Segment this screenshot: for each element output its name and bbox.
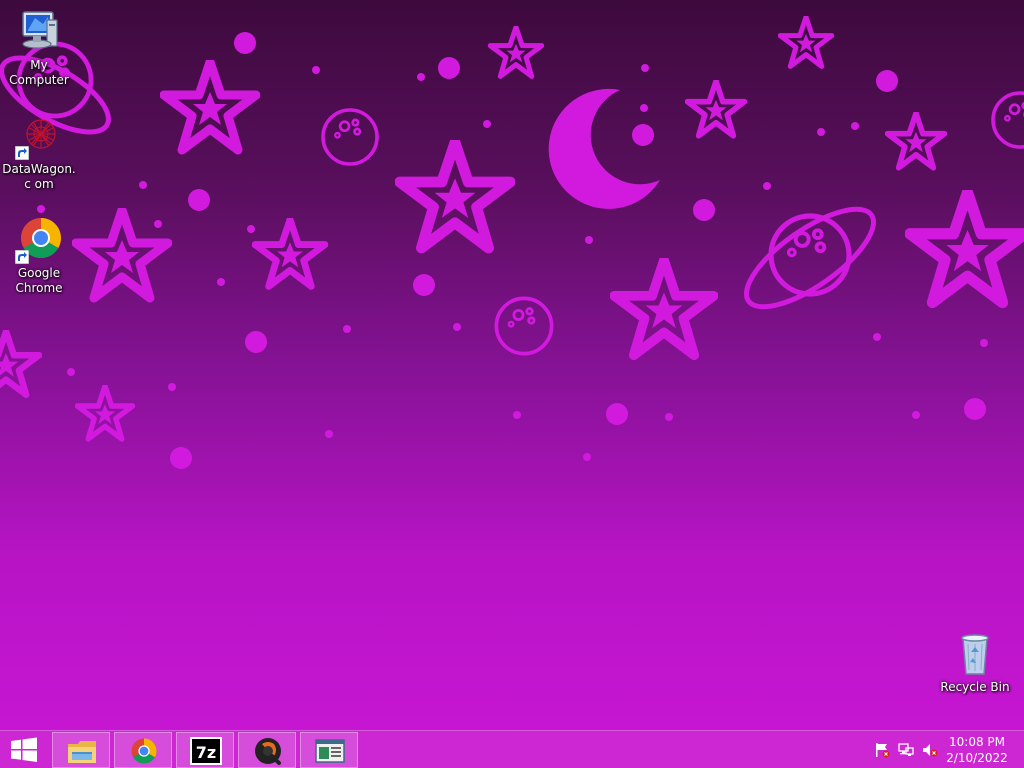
taskbar-button-app-window[interactable]: [300, 732, 358, 768]
taskbar-button-7zip[interactable]: 7z: [176, 732, 234, 768]
datawagon-icon: [15, 112, 63, 160]
clock-date: 2/10/2022: [946, 751, 1008, 765]
wallpaper: [0, 0, 1024, 469]
7zip-icon: 7z: [190, 737, 222, 765]
clock-time: 10:08 PM: [949, 735, 1005, 749]
start-button[interactable]: [0, 731, 48, 768]
network-icon[interactable]: [898, 742, 914, 758]
chrome-icon: [131, 738, 157, 764]
desktop-icon-label: My Computer: [9, 58, 69, 87]
windows-logo-icon: [11, 737, 37, 762]
system-tray: 10:08 PM 2/10/2022: [864, 731, 1024, 768]
taskbar-button-quicktime[interactable]: [238, 732, 296, 768]
app-window-icon: [315, 739, 345, 763]
taskbar-button-file-explorer[interactable]: [52, 732, 110, 768]
desktop-icon-google-chrome[interactable]: Google Chrome: [0, 216, 78, 296]
shortcut-arrow-icon: [15, 146, 29, 160]
quicktime-icon: [255, 738, 281, 765]
taskbar: 7z 10:08 PM 2/10/2022: [0, 730, 1024, 768]
desktop-icon-label: Google Chrome: [15, 266, 63, 295]
desktop[interactable]: My Computer DataWagon.c om Google Chrome…: [0, 0, 1024, 768]
recycle-bin-icon: [951, 630, 999, 678]
chrome-icon: [15, 216, 63, 264]
file-explorer-icon: [68, 741, 96, 763]
desktop-icon-label: DataWagon.c om: [2, 162, 76, 191]
taskbar-clock[interactable]: 10:08 PM 2/10/2022: [942, 734, 1012, 766]
desktop-icon-datawagon[interactable]: DataWagon.c om: [0, 112, 78, 192]
volume-muted-icon[interactable]: [922, 742, 938, 758]
action-center-flag-icon[interactable]: [874, 742, 890, 758]
desktop-icon-recycle-bin[interactable]: Recycle Bin: [936, 630, 1014, 695]
desktop-icon-my-computer[interactable]: My Computer: [0, 8, 78, 88]
computer-icon: [15, 8, 63, 56]
shortcut-arrow-icon: [15, 250, 29, 264]
7zip-label: 7z: [196, 743, 216, 762]
taskbar-button-chrome[interactable]: [114, 732, 172, 768]
desktop-icon-label: Recycle Bin: [940, 680, 1010, 694]
